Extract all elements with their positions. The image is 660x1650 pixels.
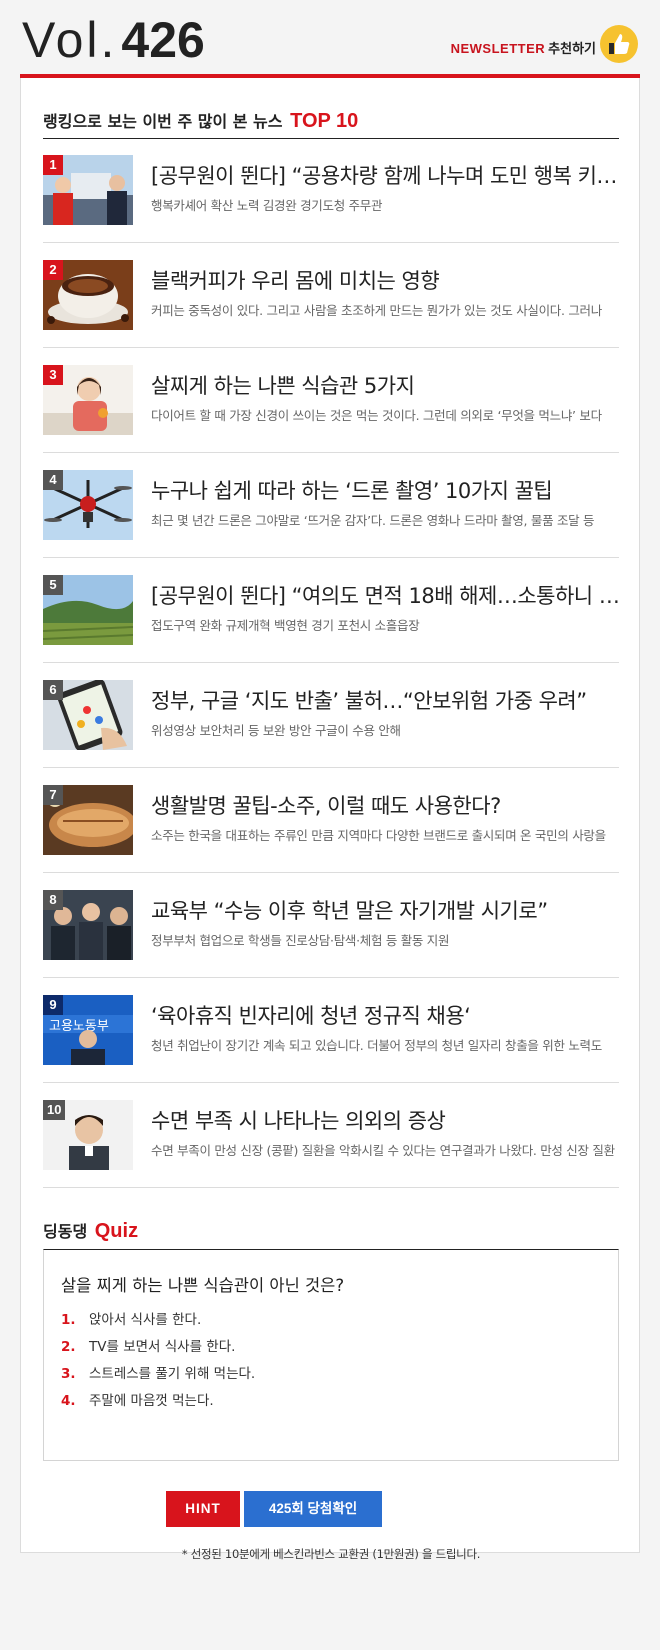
newsletter-card: 랭킹으로 보는 이번 주 많이 본 뉴스 TOP 10 1 [공무원이 뛴다] … xyxy=(20,78,640,1561)
option-text: 주말에 마음껏 먹는다. xyxy=(89,1393,214,1409)
news-item[interactable]: 고용노동부 9 ‘육아휴직 빈자리에 청년 정규직 채용‘ 청년 취업난이 장기… xyxy=(43,978,619,1083)
news-title[interactable]: 수면 부족 시 나타나는 의외의 증상 xyxy=(151,1105,621,1135)
news-thumbnail[interactable]: 3 xyxy=(43,365,133,435)
news-item[interactable]: 2 블랙커피가 우리 몸에 미치는 영향 커피는 중독성이 있다. 그리고 사람… xyxy=(43,243,619,348)
rank-badge: 7 xyxy=(43,785,63,805)
rank-badge: 10 xyxy=(43,1100,66,1120)
news-thumbnail[interactable]: 4 xyxy=(43,470,133,540)
quiz-option: 3. 스트레스를 풀기 위해 먹는다. xyxy=(61,1362,255,1382)
news-title[interactable]: [공무원이 뛴다] “여의도 면적 18배 해제…소통하니 풀리더라” xyxy=(151,580,621,610)
rank-badge: 3 xyxy=(43,365,63,385)
quiz-title-text: 딩동댕 xyxy=(43,1222,88,1241)
quiz-question: 살을 찌게 하는 나쁜 식습관이 아닌 것은? xyxy=(61,1276,345,1295)
news-thumbnail[interactable]: 1 xyxy=(43,155,133,225)
rank-badge: 6 xyxy=(43,680,63,700)
news-item[interactable]: 3 살찌게 하는 나쁜 식습관 5가지 다이어트 할 때 가장 신경이 쓰이는 … xyxy=(43,348,619,453)
news-summary: 다이어트 할 때 가장 신경이 쓰이는 것은 먹는 것이다. 그런데 의외로 ‘… xyxy=(151,408,602,423)
news-item[interactable]: 5 [공무원이 뛴다] “여의도 면적 18배 해제…소통하니 풀리더라” 접도… xyxy=(43,558,621,663)
news-item[interactable]: 4 누구나 쉽게 따라 하는 ‘드론 촬영’ 10가지 꿀팁 최근 몇 년간 드… xyxy=(43,453,619,558)
news-item[interactable]: 7 생활발명 꿀팁-소주, 이럴 때도 사용한다? 소주는 한국을 대표하는 주… xyxy=(43,768,619,873)
quiz-option: 2. TV를 보면서 식사를 한다. xyxy=(61,1335,235,1355)
newsletter-header: Vol.426 NEWSLETTER 추천하기 xyxy=(20,0,640,78)
volume-number: 426 xyxy=(121,12,205,68)
quiz-box: 살을 찌게 하는 나쁜 식습관이 아닌 것은? 1. 앉아서 식사를 한다. 2.… xyxy=(43,1249,619,1461)
news-thumbnail[interactable]: 6 xyxy=(43,680,133,750)
news-summary: 커피는 중독성이 있다. 그리고 사람을 초조하게 만드는 뭔가가 있는 것도 … xyxy=(151,303,602,318)
news-summary: 최근 몇 년간 드론은 그야말로 ‘뜨거운 감자’다. 드론은 영화나 드라마 … xyxy=(151,513,595,528)
quiz-title: 딩동댕 Quiz xyxy=(43,1218,138,1243)
news-summary: 정부부처 협업으로 학생들 진로상담·탐색·체험 등 활동 지원 xyxy=(151,933,450,948)
ranking-title-accent: TOP 10 xyxy=(290,110,359,132)
volume-heading: Vol.426 xyxy=(22,10,205,70)
news-item[interactable]: 8 교육부 “수능 이후 학년 말은 자기개발 시기로” 정부부처 협업으로 학… xyxy=(43,873,619,978)
news-summary: 접도구역 완화 규제개혁 백영현 경기 포천시 소흘읍장 xyxy=(151,618,420,633)
news-summary: 소주는 한국을 대표하는 주류인 만큼 지역마다 다양한 브랜드로 출시되며 온… xyxy=(151,828,606,843)
news-title[interactable]: 누구나 쉽게 따라 하는 ‘드론 촬영’ 10가지 꿀팁 xyxy=(151,475,621,505)
quiz-option: 1. 앉아서 식사를 한다. xyxy=(61,1308,201,1328)
ranking-title: 랭킹으로 보는 이번 주 많이 본 뉴스 TOP 10 xyxy=(43,108,358,133)
news-summary: 수면 부족이 만성 신장 (콩팥) 질환을 악화시킬 수 있다는 연구결과가 나… xyxy=(151,1143,615,1158)
newsletter-recommend-link[interactable]: NEWSLETTER 추천하기 xyxy=(451,38,596,57)
rank-badge: 9 xyxy=(43,995,63,1015)
news-summary: 위성영상 보안처리 등 보완 방안 구글이 수용 안해 xyxy=(151,723,401,738)
news-title[interactable]: 정부, 구글 ‘지도 반출’ 불허…“안보위험 가중 우려” xyxy=(151,685,621,715)
news-item[interactable]: 1 [공무원이 뛴다] “공용차량 함께 나누며 도민 행복 키워요” 행복카셰… xyxy=(43,138,621,243)
news-title[interactable]: [공무원이 뛴다] “공용차량 함께 나누며 도민 행복 키워요” xyxy=(151,160,621,190)
rank-badge: 4 xyxy=(43,470,63,490)
rank-badge: 2 xyxy=(43,260,63,280)
quiz-option: 4. 주말에 마음껏 먹는다. xyxy=(61,1389,214,1409)
news-thumbnail[interactable]: 5 xyxy=(43,575,133,645)
prize-notice: * 선정된 10분에게 베스킨라빈스 교환권 (1만원권) 을 드립니다. xyxy=(181,1547,481,1561)
winner-check-button[interactable]: 425회 당첨확인 xyxy=(244,1491,382,1527)
hint-button[interactable]: HINT xyxy=(166,1491,240,1527)
news-title[interactable]: 생활발명 꿀팁-소주, 이럴 때도 사용한다? xyxy=(151,790,621,820)
volume-label: Vol. xyxy=(22,12,118,68)
news-title[interactable]: 블랙커피가 우리 몸에 미치는 영향 xyxy=(151,265,621,295)
news-item[interactable]: 6 정부, 구글 ‘지도 반출’ 불허…“안보위험 가중 우려” 위성영상 보안… xyxy=(43,663,619,768)
news-summary: 행복카셰어 확산 노력 김경완 경기도청 주무관 xyxy=(151,198,383,213)
thumbs-up-icon[interactable] xyxy=(600,25,638,63)
svg-text:고용노동부: 고용노동부 xyxy=(49,1019,109,1034)
option-text: 앉아서 식사를 한다. xyxy=(89,1312,202,1328)
news-thumbnail[interactable]: 고용노동부 9 xyxy=(43,995,133,1065)
option-number: 1. xyxy=(61,1312,76,1328)
option-number: 4. xyxy=(61,1393,76,1409)
news-title[interactable]: 살찌게 하는 나쁜 식습관 5가지 xyxy=(151,370,621,400)
news-thumbnail[interactable]: 8 xyxy=(43,890,133,960)
news-title[interactable]: ‘육아휴직 빈자리에 청년 정규직 채용‘ xyxy=(151,1000,621,1030)
news-item[interactable]: 10 수면 부족 시 나타나는 의외의 증상 수면 부족이 만성 신장 (콩팥)… xyxy=(43,1083,619,1188)
ranking-title-text: 랭킹으로 보는 이번 주 많이 본 뉴스 xyxy=(43,112,283,131)
option-text: 스트레스를 풀기 위해 먹는다. xyxy=(89,1366,256,1382)
news-summary: 청년 취업난이 장기간 계속 되고 있습니다. 더불어 정부의 청년 일자리 창… xyxy=(151,1038,602,1053)
rank-badge: 8 xyxy=(43,890,63,910)
rank-badge: 5 xyxy=(43,575,63,595)
rank-badge: 1 xyxy=(43,155,63,175)
option-number: 2. xyxy=(61,1339,76,1355)
recommend-label: 추천하기 xyxy=(548,41,596,56)
news-thumbnail[interactable]: 2 xyxy=(43,260,133,330)
option-text: TV를 보면서 식사를 한다. xyxy=(89,1339,236,1355)
news-title[interactable]: 교육부 “수능 이후 학년 말은 자기개발 시기로” xyxy=(151,895,621,925)
news-thumbnail[interactable]: 7 xyxy=(43,785,133,855)
newsletter-word: NEWSLETTER xyxy=(450,41,546,56)
quiz-title-accent: Quiz xyxy=(94,1220,139,1242)
news-thumbnail[interactable]: 10 xyxy=(43,1100,133,1170)
option-number: 3. xyxy=(61,1366,76,1382)
